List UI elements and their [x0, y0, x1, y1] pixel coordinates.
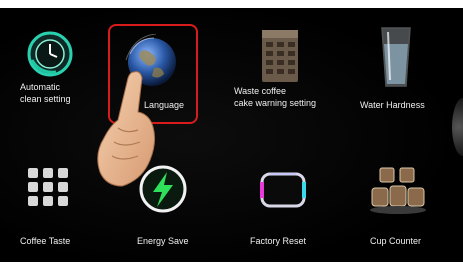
label-energy-save: Energy Save: [137, 236, 189, 246]
label-coffee-taste: Coffee Taste: [20, 236, 71, 246]
clean-clock-icon: [27, 31, 73, 77]
top-border: [0, 0, 463, 8]
tile-waste-coffee[interactable]: Waste coffee cake warning setting: [232, 26, 342, 120]
tile-coffee-taste[interactable]: Coffee Taste: [14, 164, 94, 252]
grid-dots-icon: [28, 168, 68, 206]
water-glass-icon: [381, 27, 411, 87]
scroll-knob[interactable]: [452, 98, 463, 156]
label-water-hardness: Water Hardness: [360, 100, 425, 110]
tile-water-hardness[interactable]: Water Hardness: [356, 24, 442, 120]
settings-screen: Automatic clean setting Language Waste c…: [0, 0, 463, 274]
tile-cup-counter[interactable]: Cup Counter: [358, 160, 444, 252]
tile-factory-reset[interactable]: Factory Reset: [238, 164, 328, 252]
cups-icon: [370, 167, 426, 214]
label-cup-counter: Cup Counter: [370, 236, 422, 246]
bottom-border: [0, 262, 463, 274]
label-waste-coffee-2: cake warning setting: [234, 98, 317, 108]
label-automatic-clean-2: clean setting: [20, 94, 71, 104]
tile-automatic-clean[interactable]: Automatic clean setting: [14, 28, 94, 118]
hand-pointer-icon: [97, 71, 156, 187]
waste-bin-icon: [262, 30, 298, 82]
label-factory-reset: Factory Reset: [250, 236, 307, 246]
label-automatic-clean-1: Automatic: [20, 82, 61, 92]
reset-frame-icon: [260, 172, 306, 208]
label-waste-coffee-1: Waste coffee: [234, 86, 287, 96]
